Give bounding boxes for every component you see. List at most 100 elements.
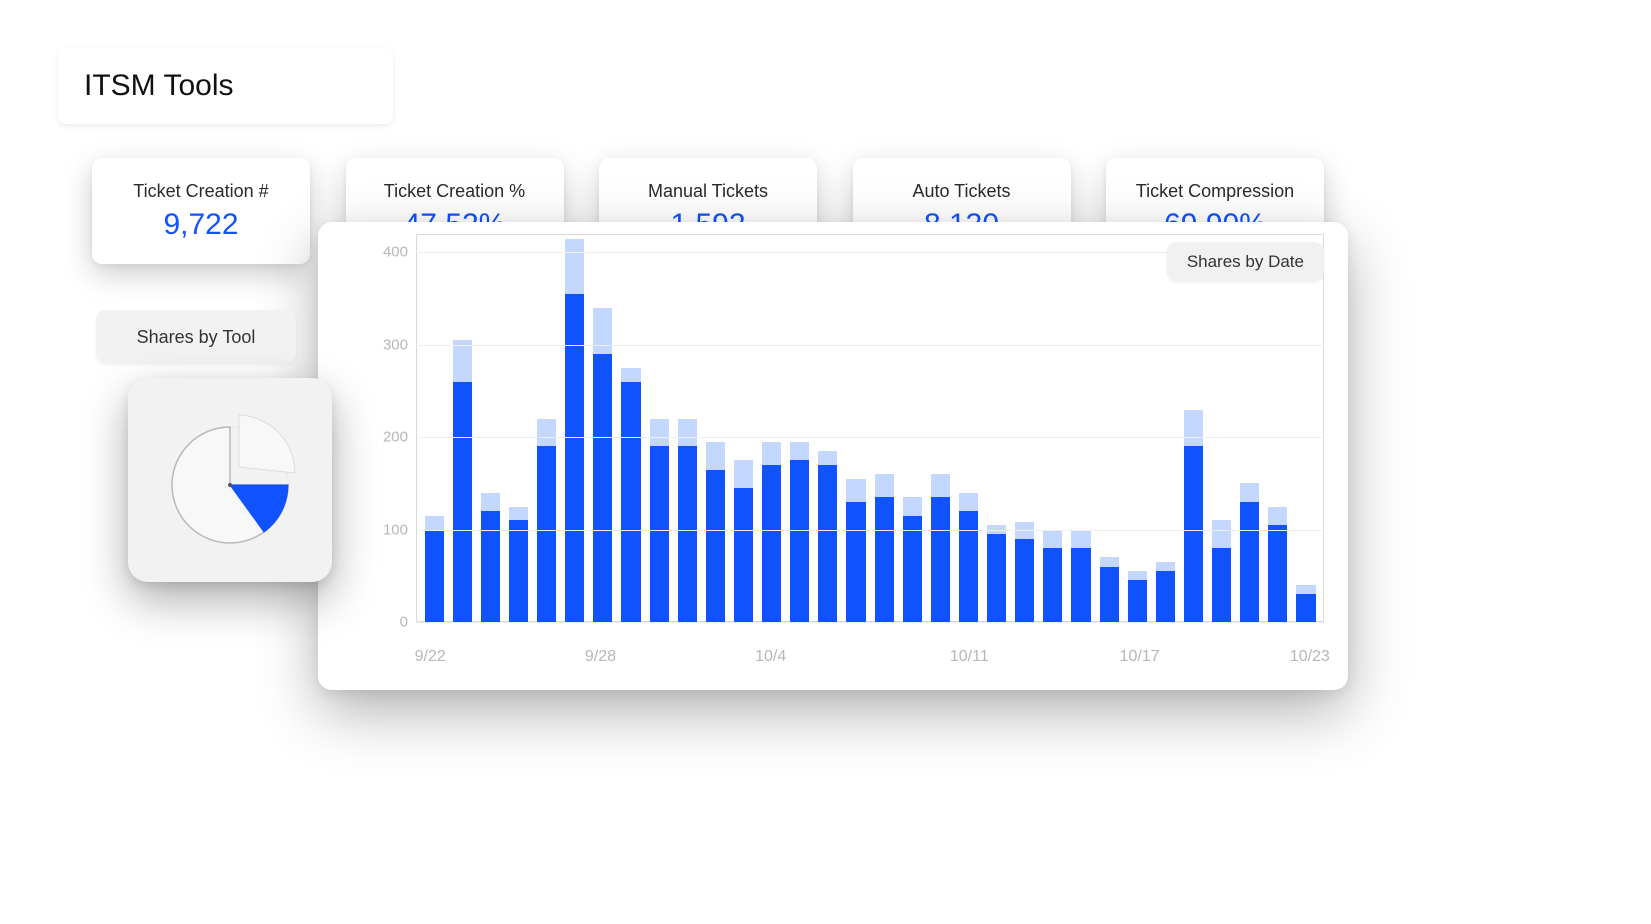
kpi-label: Manual Tickets bbox=[648, 181, 768, 202]
gridline bbox=[416, 437, 1324, 438]
y-axis-label: 200 bbox=[360, 429, 408, 446]
bar-slot bbox=[589, 234, 617, 622]
bar bbox=[593, 234, 612, 622]
bar-slot bbox=[504, 234, 532, 622]
bar-segment-primary bbox=[1015, 539, 1034, 622]
bar bbox=[987, 234, 1006, 622]
bar-chart-panel: Shares by Date 0100200300400 9/229/2810/… bbox=[318, 222, 1348, 690]
bar-segment-secondary bbox=[1100, 557, 1119, 566]
bar-segment-primary bbox=[1100, 567, 1119, 622]
bar-slot bbox=[1264, 234, 1292, 622]
bar-slot bbox=[1095, 234, 1123, 622]
bar bbox=[481, 234, 500, 622]
bar-segment-primary bbox=[593, 354, 612, 622]
bar-chart-title: Shares by Date bbox=[1187, 252, 1304, 271]
bar-segment-primary bbox=[762, 465, 781, 622]
bar bbox=[1156, 234, 1175, 622]
bar bbox=[1015, 234, 1034, 622]
gridline bbox=[416, 530, 1324, 531]
bar-segment-secondary bbox=[537, 419, 556, 447]
bar-slot bbox=[617, 234, 645, 622]
bar bbox=[931, 234, 950, 622]
bar-segment-primary bbox=[790, 460, 809, 622]
pie-chart-title-badge: Shares by Tool bbox=[96, 310, 296, 364]
bar-segment-secondary bbox=[1071, 531, 1090, 548]
bar-slot bbox=[701, 234, 729, 622]
bar-segment-secondary bbox=[931, 474, 950, 497]
bar-segment-primary bbox=[1071, 548, 1090, 622]
bar bbox=[790, 234, 809, 622]
bar-segment-secondary bbox=[481, 493, 500, 511]
bar bbox=[678, 234, 697, 622]
bar bbox=[509, 234, 528, 622]
bar-segment-secondary bbox=[1296, 585, 1315, 594]
y-axis-label: 300 bbox=[360, 336, 408, 353]
bar-slot bbox=[1067, 234, 1095, 622]
y-axis-label: 400 bbox=[360, 244, 408, 261]
bar-slot bbox=[786, 234, 814, 622]
bar-segment-primary bbox=[481, 511, 500, 622]
bar-segment-secondary bbox=[1128, 571, 1147, 580]
bar-slot bbox=[729, 234, 757, 622]
bar-slot bbox=[898, 234, 926, 622]
bar-slot bbox=[1179, 234, 1207, 622]
bar bbox=[1184, 234, 1203, 622]
bar-segment-secondary bbox=[621, 368, 640, 382]
bar-segment-secondary bbox=[818, 451, 837, 465]
bar bbox=[425, 234, 444, 622]
bar-segment-primary bbox=[959, 511, 978, 622]
bar bbox=[621, 234, 640, 622]
x-axis-label: 10/17 bbox=[1120, 648, 1160, 666]
page-title-badge: ITSM Tools bbox=[58, 48, 393, 124]
bar-segment-secondary bbox=[1156, 562, 1175, 571]
bar bbox=[903, 234, 922, 622]
bar bbox=[959, 234, 978, 622]
bar-segment-secondary bbox=[1268, 507, 1287, 525]
bar-segment-primary bbox=[903, 516, 922, 622]
bar-slot bbox=[1151, 234, 1179, 622]
bars-container bbox=[416, 234, 1324, 622]
bar bbox=[706, 234, 725, 622]
bar-segment-primary bbox=[1296, 594, 1315, 622]
bar-segment-primary bbox=[509, 520, 528, 622]
bar-segment-secondary bbox=[790, 442, 809, 460]
bar-segment-secondary bbox=[762, 442, 781, 465]
bar bbox=[565, 234, 584, 622]
bar-segment-secondary bbox=[425, 516, 444, 530]
bar-segment-primary bbox=[734, 488, 753, 622]
bar bbox=[1212, 234, 1231, 622]
bar-segment-secondary bbox=[734, 460, 753, 488]
bar bbox=[1071, 234, 1090, 622]
bar-segment-primary bbox=[987, 534, 1006, 622]
bar bbox=[875, 234, 894, 622]
bar-segment-primary bbox=[1128, 580, 1147, 622]
bar-segment-secondary bbox=[903, 497, 922, 515]
bar bbox=[734, 234, 753, 622]
x-axis-label: 10/4 bbox=[755, 648, 786, 666]
pie-chart-title: Shares by Tool bbox=[137, 327, 256, 348]
x-axis-label: 10/11 bbox=[950, 648, 989, 666]
bar-segment-primary bbox=[537, 446, 556, 622]
bar bbox=[1296, 234, 1315, 622]
bar-segment-primary bbox=[846, 502, 865, 622]
bar-segment-primary bbox=[875, 497, 894, 622]
bar-segment-primary bbox=[1156, 571, 1175, 622]
bar-slot bbox=[1011, 234, 1039, 622]
bar-slot bbox=[1123, 234, 1151, 622]
bar-segment-primary bbox=[1184, 446, 1203, 622]
bar-segment-secondary bbox=[1212, 520, 1231, 548]
bar-slot bbox=[476, 234, 504, 622]
bar-slot bbox=[842, 234, 870, 622]
bar-segment-secondary bbox=[875, 474, 894, 497]
bar-segment-primary bbox=[706, 470, 725, 622]
bar-slot bbox=[1039, 234, 1067, 622]
bar-slot bbox=[814, 234, 842, 622]
kpi-value: 9,722 bbox=[163, 208, 238, 242]
bar-slot bbox=[533, 234, 561, 622]
pie-chart-icon bbox=[155, 405, 305, 555]
bar-segment-secondary bbox=[1240, 483, 1259, 501]
kpi-label: Ticket Creation % bbox=[384, 181, 525, 202]
bar-slot bbox=[645, 234, 673, 622]
bar-segment-secondary bbox=[565, 239, 584, 294]
gridline bbox=[416, 345, 1324, 346]
